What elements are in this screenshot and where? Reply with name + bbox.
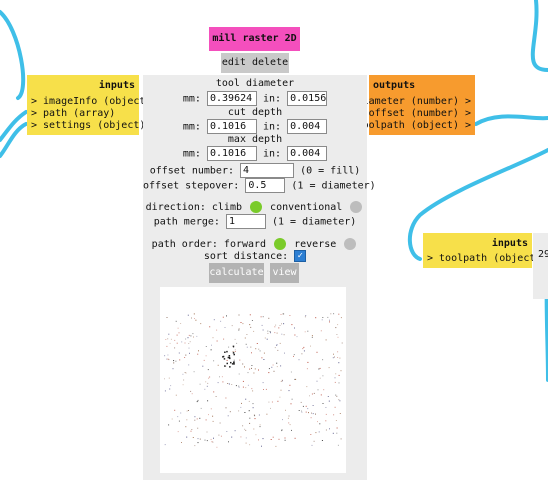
cut-depth-label: cut depth [227, 107, 283, 118]
offset-number-note: (0 = fill) [300, 165, 361, 177]
outputs-header: outputs [373, 80, 416, 91]
max-depth-label: max depth [227, 134, 283, 145]
preview-canvas [164, 313, 343, 448]
next-module-panel: 29 [533, 233, 548, 299]
edit-button[interactable]: edit [222, 57, 246, 68]
offset-number-row: offset number: 4 (0 = fill) [143, 163, 367, 178]
next-input-port-toolpath[interactable]: > toolpath (object) [427, 253, 541, 264]
sort-distance-checkbox[interactable]: ✓ [294, 250, 307, 262]
forward-radio[interactable] [274, 238, 287, 250]
cut-depth-mm-input[interactable]: 0.1016 [206, 119, 257, 134]
module-actions: edit delete [221, 53, 289, 73]
view-button[interactable]: view [270, 263, 299, 283]
mm-label: mm: [182, 93, 201, 105]
path-order-forward-label: path order: forward [151, 239, 267, 250]
input-port-imageinfo[interactable]: > imageInfo (object) [31, 96, 151, 107]
path-order-row: path order: forward reverse [143, 238, 367, 250]
offset-stepover-input[interactable]: 0.5 [245, 178, 286, 193]
path-merge-label: path merge: [153, 216, 220, 228]
reverse-radio[interactable] [344, 238, 357, 250]
in-label: in: [263, 148, 282, 160]
sort-distance-label: sort distance: [203, 251, 289, 262]
in-label: in: [263, 93, 282, 105]
tool-diameter-row: mm: 0.39624 in: 0.0156 [143, 91, 367, 106]
path-merge-note: (1 = diameter) [272, 216, 357, 228]
output-port-offset[interactable]: offset (number) > [369, 108, 471, 119]
max-depth-row: mm: 0.1016 in: 0.004 [143, 146, 367, 161]
mm-label: mm: [182, 121, 201, 133]
direction-row: direction: climb conventional [143, 201, 367, 213]
offset-number-label: offset number: [149, 165, 234, 177]
input-port-settings[interactable]: > settings (object) [31, 120, 145, 131]
module-panel: tool diameter mm: 0.39624 in: 0.0156 cut… [143, 75, 376, 480]
outputs-panel: outputs diameter (number) > offset (numb… [357, 75, 475, 135]
cut-depth-in-input[interactable]: 0.004 [287, 119, 328, 134]
inputs-panel: inputs > imageInfo (object) > path (arra… [27, 75, 151, 135]
path-merge-row: path merge: 1 (1 = diameter) [143, 214, 367, 229]
calculate-button[interactable]: calculate [209, 263, 264, 283]
wire-top-left [0, 10, 26, 100]
inputs-header: inputs [98, 80, 135, 91]
path-order-reverse-label: reverse [294, 239, 337, 250]
next-inputs-header: inputs [491, 238, 528, 249]
toolpath-preview [160, 287, 346, 473]
direction-conventional-label: conventional [270, 202, 343, 213]
max-depth-in-input[interactable]: 0.004 [287, 146, 328, 161]
wire-toolpath-out [474, 114, 548, 126]
offset-stepover-label: offset stepover: [143, 180, 240, 192]
wire-top-right [530, 0, 548, 72]
next-module-clipped-text: 29 [538, 249, 548, 260]
input-port-path[interactable]: > path (array) [31, 108, 115, 119]
delete-button[interactable]: delete [252, 57, 288, 68]
conventional-radio[interactable] [350, 201, 363, 213]
offset-stepover-note: (1 = diameter) [291, 180, 376, 192]
path-merge-input[interactable]: 1 [225, 214, 266, 229]
cut-depth-row: mm: 0.1016 in: 0.004 [143, 119, 367, 134]
next-module-inputs: inputs > toolpath (object) [423, 233, 541, 268]
climb-radio[interactable] [250, 201, 263, 213]
max-depth-mm-input[interactable]: 0.1016 [206, 146, 257, 161]
output-port-toolpath[interactable]: toolpath (object) > [357, 120, 471, 131]
module-title[interactable]: mill raster 2D [209, 27, 300, 51]
sort-distance-row: sort distance: ✓ [143, 250, 367, 262]
direction-climb-label: direction: climb [145, 202, 242, 213]
tool-diameter-mm-input[interactable]: 0.39624 [206, 91, 257, 106]
output-port-diameter[interactable]: diameter (number) > [357, 96, 471, 107]
mm-label: mm: [182, 148, 201, 160]
tool-diameter-label: tool diameter [215, 78, 295, 89]
offset-number-input[interactable]: 4 [240, 163, 295, 178]
in-label: in: [263, 121, 282, 133]
wire-left-settings [0, 122, 28, 158]
tool-diameter-in-input[interactable]: 0.0156 [287, 91, 328, 106]
offset-stepover-row: offset stepover: 0.5 (1 = diameter) [143, 178, 376, 193]
